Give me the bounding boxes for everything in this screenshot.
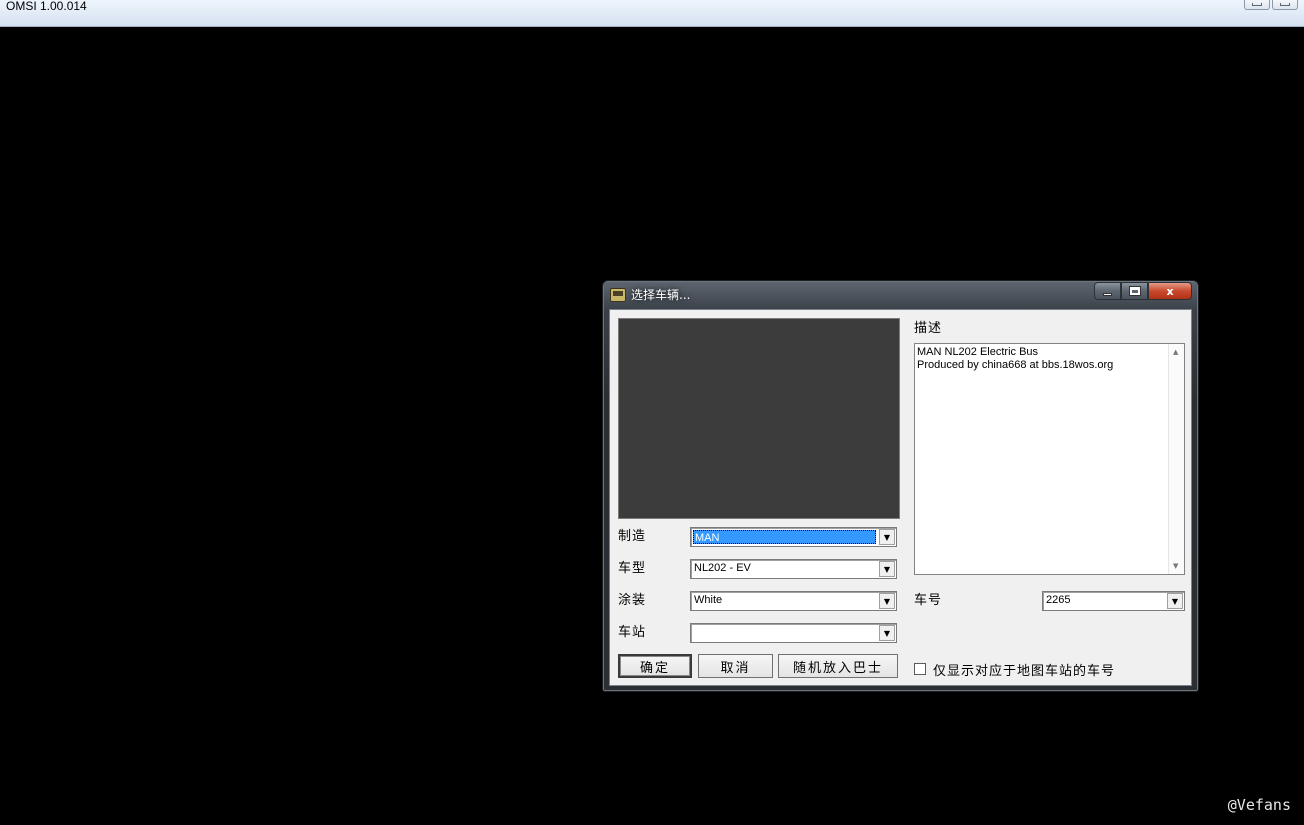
dialog-title: 选择车辆... (631, 288, 691, 302)
station-select[interactable]: ▼ (690, 623, 897, 643)
livery-label: 涂装 (618, 593, 647, 608)
model-select[interactable]: NL202 - EV ▼ (690, 559, 897, 579)
dialog-window-controls: x (1094, 282, 1192, 300)
number-value: 2265 (1046, 594, 1071, 606)
select-vehicle-dialog: 选择车辆... x 制造 MAN ▼ 车型 NL202 - EV ▼ 涂装 Wh… (602, 280, 1199, 692)
chevron-down-icon[interactable]: ▼ (879, 529, 895, 545)
maximize-icon (1128, 286, 1141, 296)
cancel-button[interactable]: 取消 (698, 654, 773, 678)
app-window-controls (1244, 0, 1298, 10)
map-station-only-label[interactable]: 仅显示对应于地图车站的车号 (933, 660, 1115, 679)
scroll-up-icon[interactable]: ▲ (1173, 348, 1178, 356)
random-bus-button[interactable]: 随机放入巴士 (778, 654, 898, 678)
maximize-button[interactable] (1121, 282, 1148, 300)
station-label: 车站 (618, 625, 647, 640)
minimize-button[interactable] (1094, 282, 1121, 300)
description-textbox[interactable]: MAN NL202 Electric Bus Produced by china… (914, 343, 1185, 575)
map-station-only-checkbox[interactable] (914, 663, 926, 675)
manufacturer-value: MAN (693, 530, 876, 544)
chevron-down-icon[interactable]: ▼ (879, 561, 895, 577)
app-restore-button[interactable] (1272, 0, 1298, 10)
model-label: 车型 (618, 561, 647, 576)
manufacturer-select[interactable]: MAN ▼ (690, 527, 897, 547)
description-scrollbar[interactable]: ▲ ▼ (1168, 344, 1184, 574)
ok-button[interactable]: 确定 (618, 654, 692, 678)
minimize-icon (1252, 3, 1262, 6)
app-title-bar: OMSI 1.00.014 (0, 0, 1304, 27)
app-minimize-button[interactable] (1244, 0, 1270, 10)
number-label: 车号 (914, 593, 943, 608)
vehicle-preview (618, 318, 900, 519)
app-title: OMSI 1.00.014 (6, 0, 87, 13)
watermark: @Vefans (1227, 796, 1291, 814)
livery-value: White (694, 594, 723, 606)
dialog-title-bar[interactable]: 选择车辆... x (603, 281, 1198, 309)
close-icon: x (1166, 284, 1174, 298)
chevron-down-icon[interactable]: ▼ (879, 625, 895, 641)
number-select[interactable]: 2265 ▼ (1042, 591, 1185, 611)
chevron-down-icon[interactable]: ▼ (1167, 593, 1183, 609)
description-label: 描述 (914, 321, 943, 336)
manufacturer-label: 制造 (618, 529, 647, 544)
chevron-down-icon[interactable]: ▼ (879, 593, 895, 609)
description-line: MAN NL202 Electric Bus (917, 346, 1039, 358)
dialog-client-area: 制造 MAN ▼ 车型 NL202 - EV ▼ 涂装 White ▼ 车站 ▼… (609, 309, 1192, 686)
bus-icon (610, 288, 626, 302)
close-button[interactable]: x (1148, 282, 1192, 300)
model-value: NL202 - EV (694, 562, 751, 574)
minimize-icon (1103, 292, 1112, 296)
restore-icon (1280, 3, 1290, 6)
scroll-down-icon[interactable]: ▼ (1173, 562, 1178, 570)
description-line: Produced by china668 at bbs.18wos.org (917, 359, 1114, 371)
livery-select[interactable]: White ▼ (690, 591, 897, 611)
